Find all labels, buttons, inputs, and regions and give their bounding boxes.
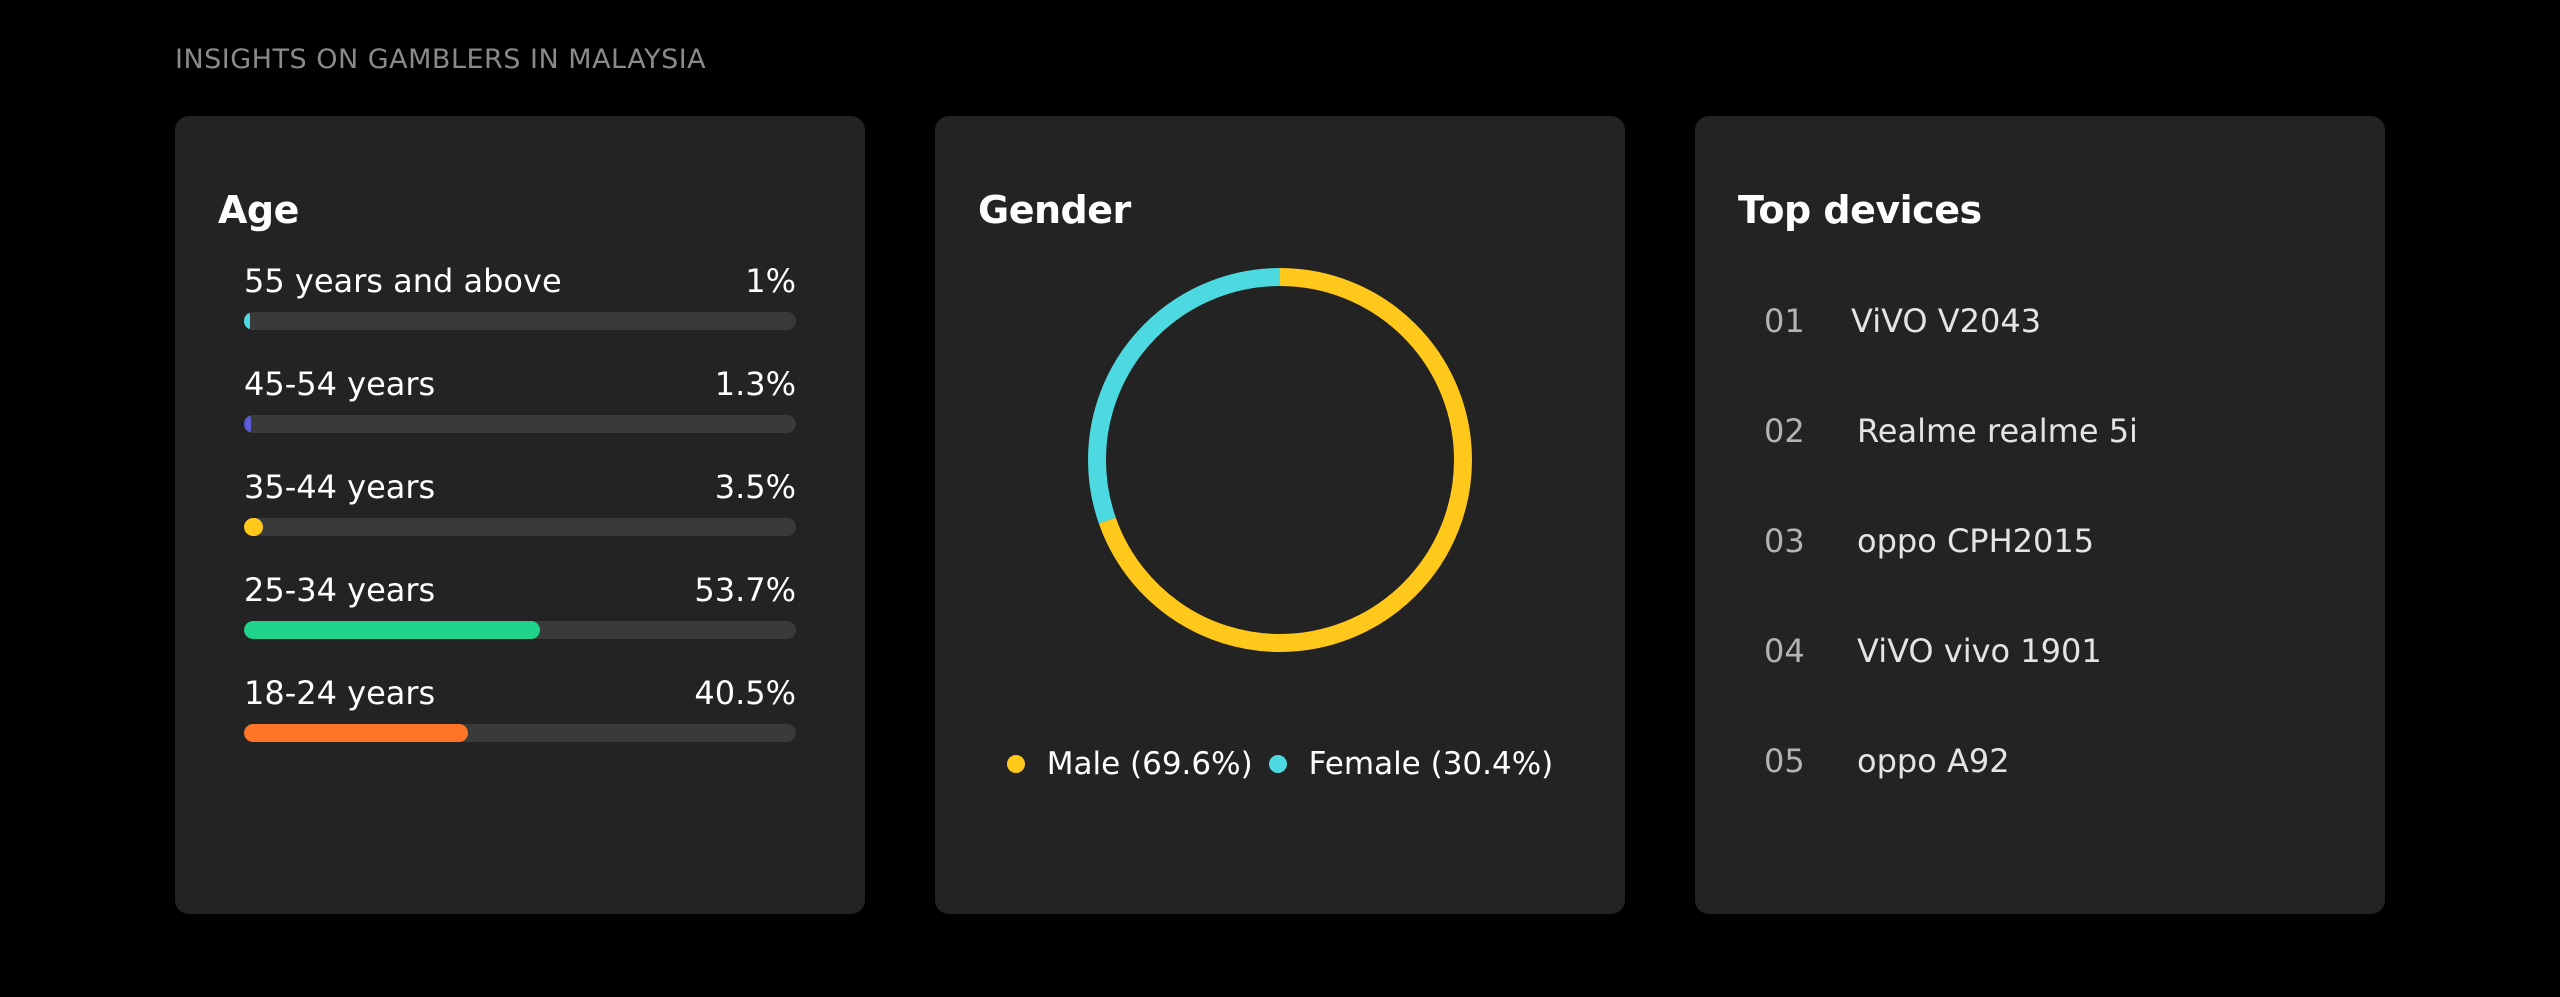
device-name: Realme realme 5i: [1857, 412, 2138, 450]
age-row: 55 years and above 1%: [244, 262, 796, 330]
age-bar-fill: [244, 312, 250, 330]
device-rank: 03: [1764, 522, 1805, 560]
age-row-value: 1%: [745, 262, 796, 300]
legend-item-female: Female (30.4%): [1268, 746, 1554, 782]
age-row-value: 40.5%: [694, 674, 796, 712]
devices-card: Top devices 01 ViVO V2043 02 Realme real…: [1695, 116, 2385, 914]
age-row-label: 55 years and above: [244, 262, 562, 300]
gender-card: Gender Male (69.6%) Female (30.4%): [935, 116, 1625, 914]
device-name: ViVO V2043: [1851, 302, 2042, 340]
legend-label-male: Male (69.6%): [1046, 746, 1253, 782]
device-rank: 04: [1764, 632, 1805, 670]
age-row-value: 53.7%: [694, 571, 796, 609]
legend-dot-female: [1268, 755, 1287, 773]
age-bar-fill: [244, 415, 252, 433]
age-row-label: 25-34 years: [244, 571, 436, 609]
age-row: 35-44 years 3.5%: [244, 468, 796, 536]
device-name: ViVO vivo 1901: [1857, 632, 2102, 670]
device-rank: 01: [1764, 302, 1805, 340]
page-heading: INSIGHTS ON GAMBLERS IN MALAYSIA: [175, 44, 707, 75]
device-list-item: 04 ViVO vivo 1901: [1764, 632, 2324, 682]
age-bar-track: [244, 415, 796, 433]
age-row: 45-54 years 1.3%: [244, 365, 796, 433]
gender-donut-chart: [1088, 268, 1472, 652]
device-list-item: 03 oppo CPH2015: [1764, 522, 2324, 572]
age-row-label: 18-24 years: [244, 674, 436, 712]
age-bar-track: [244, 518, 796, 536]
age-bar-track: [244, 724, 796, 742]
age-row: 25-34 years 53.7%: [244, 571, 796, 639]
device-list-item: 05 oppo A92: [1764, 742, 2324, 792]
devices-card-title: Top devices: [1738, 188, 1982, 232]
gender-card-title: Gender: [978, 188, 1131, 232]
age-row-value: 3.5%: [714, 468, 796, 506]
legend-dot-male: [1006, 755, 1025, 773]
legend-item-male: Male (69.6%): [1006, 746, 1253, 782]
legend-label-female: Female (30.4%): [1308, 746, 1554, 782]
age-card: Age 55 years and above 1% 45-54 years 1.…: [175, 116, 865, 914]
age-card-title: Age: [218, 188, 299, 232]
age-row: 18-24 years 40.5%: [244, 674, 796, 742]
device-rank: 02: [1764, 412, 1805, 450]
device-list-item: 01 ViVO V2043: [1764, 302, 2324, 352]
age-row-value: 1.3%: [714, 365, 796, 403]
device-rank: 05: [1764, 742, 1805, 780]
age-bar-fill: [244, 724, 468, 742]
device-name: oppo CPH2015: [1857, 522, 2095, 560]
device-name: oppo A92: [1857, 742, 2010, 780]
age-bar-track: [244, 312, 796, 330]
age-bar-track: [244, 621, 796, 639]
device-list-item: 02 Realme realme 5i: [1764, 412, 2324, 462]
age-bar-fill: [244, 621, 541, 639]
age-bar-fill: [244, 518, 264, 536]
age-row-label: 35-44 years: [244, 468, 436, 506]
gender-legend: Male (69.6%) Female (30.4%): [935, 746, 1625, 782]
age-row-label: 45-54 years: [244, 365, 436, 403]
